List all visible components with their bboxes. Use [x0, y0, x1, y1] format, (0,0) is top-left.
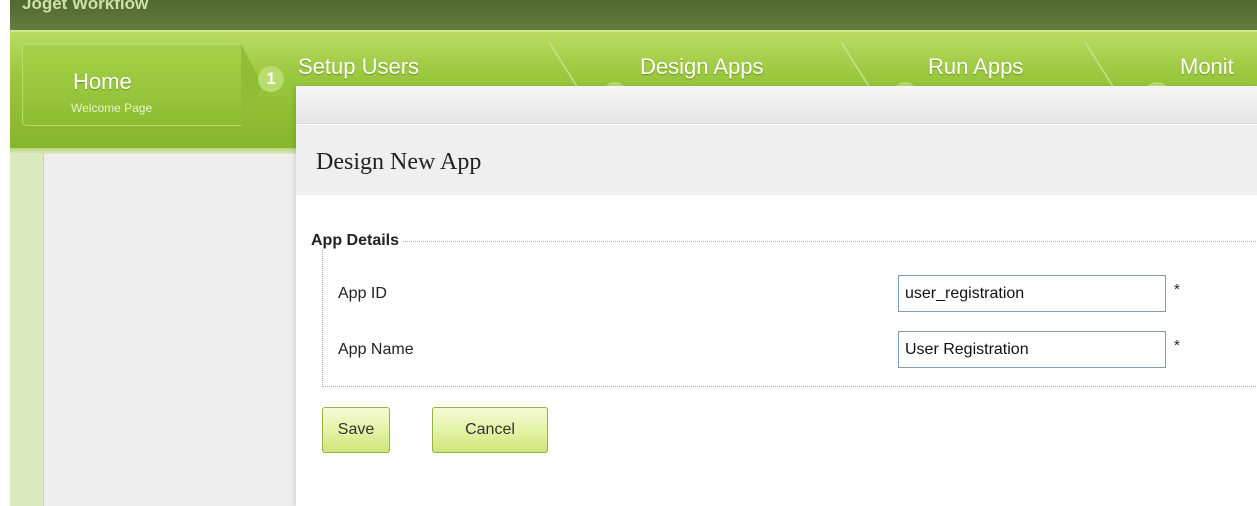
app-id-label: App ID — [338, 285, 387, 302]
app-header: Joget Workflow — [10, 0, 1257, 30]
app-id-input[interactable] — [898, 275, 1166, 312]
nav-home-label: Home — [73, 69, 132, 94]
save-button[interactable]: Save — [322, 407, 390, 453]
app-id-required-mark: * — [1174, 281, 1180, 298]
nav-run-apps-label: Run Apps — [928, 54, 1024, 79]
app-title: Joget Workflow — [22, 0, 149, 13]
dialog-heading-bar: Design New App — [296, 125, 1257, 195]
design-new-app-dialog: Design New App App Details App ID * App … — [296, 86, 1257, 506]
side-panel — [10, 154, 44, 506]
nav-monitor-label: Monit — [1180, 54, 1234, 79]
nav-design-apps-label: Design Apps — [640, 54, 764, 79]
app-name-input[interactable] — [898, 331, 1166, 368]
cancel-button[interactable]: Cancel — [432, 407, 548, 453]
step-number-1: 1 — [258, 66, 284, 92]
nav-tab-home[interactable]: Home Welcome Page — [22, 44, 263, 128]
app-name-required-mark: * — [1174, 337, 1180, 354]
fieldset-legend: App Details — [308, 232, 403, 250]
nav-setup-users-label: Setup Users — [298, 54, 420, 79]
app-name-label: App Name — [338, 341, 414, 358]
nav-home-sublabel: Welcome Page — [71, 101, 153, 115]
dialog-titlebar[interactable] — [296, 86, 1257, 124]
dialog-heading: Design New App — [316, 149, 482, 175]
